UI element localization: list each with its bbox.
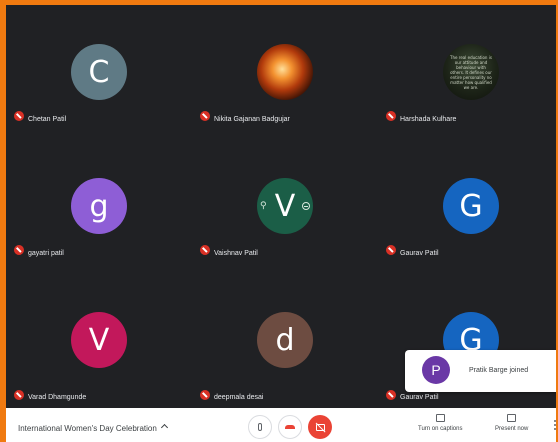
mic-muted-icon — [14, 111, 24, 121]
participant-name: Vaishnav Patil — [214, 250, 258, 257]
microphone-button[interactable] — [248, 415, 272, 439]
remove-icon[interactable] — [302, 202, 310, 210]
mic-muted-icon — [200, 111, 210, 121]
avatar: d — [257, 312, 313, 368]
mic-muted-icon — [386, 111, 396, 121]
captions-button[interactable]: Turn on captions — [418, 414, 462, 432]
present-label: Present now — [495, 426, 529, 432]
avatar-photo: The real education is our attitude and b… — [443, 44, 499, 100]
pin-icon[interactable]: ⚲ — [260, 201, 267, 211]
participant-name: Chetan Patil — [28, 116, 67, 123]
more-options-icon[interactable] — [554, 420, 556, 422]
participant-tile[interactable]: The real education is our attitude and b… — [378, 5, 558, 139]
present-button[interactable]: Present now — [495, 414, 528, 432]
participant-tile[interactable]: G Gaurav Patil — [378, 139, 558, 273]
avatar: g — [71, 178, 127, 234]
participant-name: gayatri patil — [28, 250, 64, 257]
meeting-title[interactable]: International Women's Day Celebration — [18, 424, 157, 433]
mic-muted-icon — [200, 245, 210, 255]
mic-muted-icon — [386, 245, 396, 255]
avatar: V — [71, 312, 127, 368]
chevron-up-icon[interactable] — [160, 423, 169, 432]
participant-tile[interactable]: ⚲ V Vaishnav Patil — [192, 139, 378, 273]
leave-call-button[interactable] — [278, 415, 302, 439]
participant-name: Nikita Gajanan Badgujar — [214, 116, 290, 123]
notification-text: Pratik Barge joined — [469, 367, 529, 374]
avatar: C — [71, 44, 127, 100]
participant-tile[interactable]: V Varad Dhamgunde — [6, 273, 192, 407]
join-notification: P Pratik Barge joined — [405, 350, 558, 392]
participant-tile[interactable]: Nikita Gajanan Badgujar — [192, 5, 378, 139]
meeting-controls-bar: International Women's Day Celebration Tu… — [6, 408, 558, 442]
captions-label: Turn on captions — [418, 426, 463, 432]
avatar: P — [422, 356, 450, 384]
participant-tile[interactable]: g gayatri patil — [6, 139, 192, 273]
camera-button[interactable] — [308, 415, 332, 439]
microphone-icon — [258, 423, 262, 431]
avatar[interactable]: ⚲ V — [257, 178, 313, 234]
avatar: G — [443, 178, 499, 234]
mic-muted-icon — [14, 245, 24, 255]
avatar-photo — [257, 44, 313, 100]
captions-icon — [435, 414, 445, 422]
participant-name: Varad Dhamgunde — [28, 394, 87, 401]
mic-muted-icon — [14, 390, 24, 400]
present-icon — [507, 414, 517, 422]
participant-name: deepmala desai — [214, 394, 264, 401]
avatar-initial: V — [274, 188, 296, 224]
participant-name: Harshada Kulhare — [400, 116, 457, 123]
participant-grid: C Chetan Patil Nikita Gajanan Badgujar T… — [6, 5, 556, 408]
camera-off-icon — [315, 423, 325, 431]
mic-muted-icon — [386, 390, 396, 400]
mic-muted-icon — [200, 390, 210, 400]
participant-name: Gaurav Patil — [400, 394, 439, 401]
hang-up-icon — [285, 425, 295, 429]
participant-tile[interactable]: d deepmala desai — [192, 273, 378, 407]
participant-tile[interactable]: C Chetan Patil — [6, 5, 192, 139]
participant-name: Gaurav Patil — [400, 250, 439, 257]
